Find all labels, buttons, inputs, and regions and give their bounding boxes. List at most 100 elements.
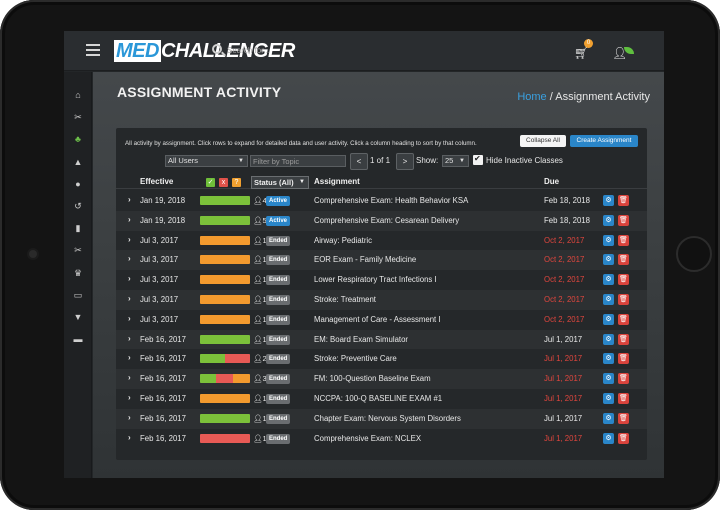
col-effective-header[interactable]: Effective [140,177,173,186]
delete-button[interactable]: 🗑︎ [618,195,629,206]
collapse-all-button[interactable]: Collapse All [520,135,566,147]
page-size-select[interactable]: 25 ▼ [442,155,469,167]
delete-button[interactable]: 🗑︎ [618,353,629,365]
delete-button[interactable]: 🗑︎ [618,432,629,444]
user-menu-button[interactable]: 👤︎ [612,44,640,59]
delete-button[interactable]: 🗑︎ [618,214,629,226]
delete-button[interactable]: 🗑︎ [618,373,629,385]
filter-bar: All Users▼ < 1 of 1 > Show: 25▼ Hide Ina… [116,153,647,170]
col-due-header[interactable]: Due [544,177,559,186]
sidebar-item-book[interactable]: ▮ [64,219,92,237]
chevron-right-icon[interactable]: › [128,373,131,382]
sidebar-item-users[interactable]: ♣ [64,130,92,148]
check-icon[interactable]: ✓ [206,178,215,187]
delete-button[interactable]: 🗑︎ [618,234,629,246]
delete-button[interactable]: 🗑︎ [618,313,629,325]
delete-button[interactable]: 🗑︎ [618,392,629,404]
menu-icon[interactable] [86,44,100,56]
status-filter-select[interactable]: Status (All) ▼ [251,176,309,189]
table-row[interactable]: › Jan 19, 2018 👤︎5 Active Comprehensive Exam… [116,210,647,231]
tools-icon: ✂ [74,112,82,123]
cart-icon: 🛒︎ [574,46,590,60]
chevron-right-icon[interactable]: › [128,215,131,224]
edit-button[interactable]: ⚙ [603,254,614,266]
table-row[interactable]: › Jul 3, 2017 👤︎1 Ended Stroke: Treatment Oct… [116,289,647,310]
effective-date: Feb 16, 2017 [140,334,186,344]
due-date: Jul 1, 2017 [544,413,583,423]
table-row[interactable]: › Feb 16, 2017 👤︎1 Ended Chapter Exam: Nervo… [116,408,647,429]
sidebar-item-wrench[interactable]: ✂ [64,241,92,259]
col-assignment-header[interactable]: Assignment [314,177,360,186]
edit-button[interactable]: ⚙ [603,313,614,325]
sidebar-item-trophy[interactable]: ♛ [64,264,92,282]
edit-button[interactable]: ⚙ [603,274,614,286]
score-bar [200,314,250,324]
table-row[interactable]: › Jan 19, 2018 👤︎4 Active Comprehensive Exam… [116,191,647,211]
sidebar-item-truck[interactable]: ▬ [64,330,92,348]
chevron-right-icon[interactable]: › [128,413,131,422]
users-select[interactable]: All Users ▼ [165,155,248,167]
assignment-name: EOR Exam - Family Medicine [314,255,417,265]
table-row[interactable]: › Feb 16, 2017 👤︎3 Ended FM: 100-Question Ba… [116,369,647,389]
cart-button[interactable]: 🛒︎ 0 [574,39,593,60]
create-assignment-button[interactable]: Create Assignment [570,135,638,147]
chevron-right-icon[interactable]: › [128,294,131,303]
chevron-right-icon[interactable]: › [128,334,131,343]
due-date: Jul 1, 2017 [544,354,583,364]
delete-button[interactable]: 🗑︎ [618,333,629,345]
delete-button[interactable]: 🗑︎ [618,274,629,286]
edit-button[interactable]: ⚙ [603,353,614,365]
hide-inactive-checkbox[interactable] [473,154,483,165]
delete-button[interactable]: 🗑︎ [618,254,629,266]
table-row[interactable]: › Jul 3, 2017 👤︎1 Ended Lower Respiratory Tr… [116,270,647,290]
delete-button[interactable]: 🗑︎ [618,293,629,305]
table-row[interactable]: › Feb 16, 2017 👤︎1 Ended EM: Board Exam Simu… [116,329,647,350]
x-icon[interactable]: x [219,178,228,187]
table-row[interactable]: › Feb 16, 2017 👤︎2 Ended Stroke: Preventive … [116,349,647,369]
topic-filter-input[interactable] [250,155,346,167]
breadcrumb-home-link[interactable]: Home [517,91,546,103]
sidebar-item-home[interactable]: ⌂ [64,86,92,104]
table-row[interactable]: › Jul 3, 2017 👤︎1 Ended EOR Exam - Family Me… [116,250,647,271]
sidebar-item-graduation[interactable]: ▲ [64,153,92,171]
table-row[interactable]: › Jul 3, 2017 👤︎1 Ended Management of Care -… [116,310,647,330]
due-date: Oct 2, 2017 [544,275,585,285]
history-icon: ↺ [74,201,82,211]
chevron-right-icon[interactable]: › [128,353,131,362]
person-icon: ● [75,178,81,189]
status-badge: Active [266,196,291,206]
search-input[interactable] [227,42,387,58]
chevron-right-icon[interactable]: › [128,195,131,204]
chevron-right-icon[interactable]: › [128,393,131,402]
chevron-right-icon[interactable]: › [128,274,131,283]
edit-button[interactable]: ⚙ [603,195,614,206]
book-icon: ▮ [75,223,81,234]
prev-page-button[interactable]: < [350,153,368,170]
edit-button[interactable]: ⚙ [603,333,614,345]
chevron-right-icon[interactable]: › [128,314,131,323]
edit-button[interactable]: ⚙ [603,392,614,404]
edit-button[interactable]: ⚙ [603,412,614,424]
sidebar-item-history[interactable]: ↺ [64,197,92,215]
table-row[interactable]: › Feb 16, 2017 👤︎1 Ended NCCPA: 100-Q BASELI… [116,389,647,409]
edit-button[interactable]: ⚙ [603,234,614,246]
due-date: Jul 1, 2017 [544,393,583,403]
delete-button[interactable]: 🗑︎ [618,412,629,424]
home-hardware-button[interactable] [676,236,712,272]
question-icon[interactable]: ? [232,178,241,187]
edit-button[interactable]: ⚙ [603,293,614,305]
chevron-right-icon[interactable]: › [128,235,131,244]
status-badge: Ended [266,255,291,266]
sidebar-item-id-card[interactable]: ▭ [64,286,92,304]
edit-button[interactable]: ⚙ [603,214,614,226]
table-row[interactable]: › Feb 16, 2017 👤︎1 Ended Comprehensive Exam:… [116,429,647,449]
chevron-right-icon[interactable]: › [128,254,131,263]
sidebar-item-tools[interactable]: ✂ [64,108,92,126]
table-row[interactable]: › Jul 3, 2017 👤︎1 Ended Airway: Pediatric Oct… [116,231,647,251]
sidebar-item-person[interactable]: ● [64,175,92,193]
sidebar-item-cart[interactable]: ▼ [64,308,92,326]
chevron-right-icon[interactable]: › [128,433,131,442]
next-page-button[interactable]: > [396,153,414,170]
edit-button[interactable]: ⚙ [603,373,614,385]
edit-button[interactable]: ⚙ [603,432,614,444]
